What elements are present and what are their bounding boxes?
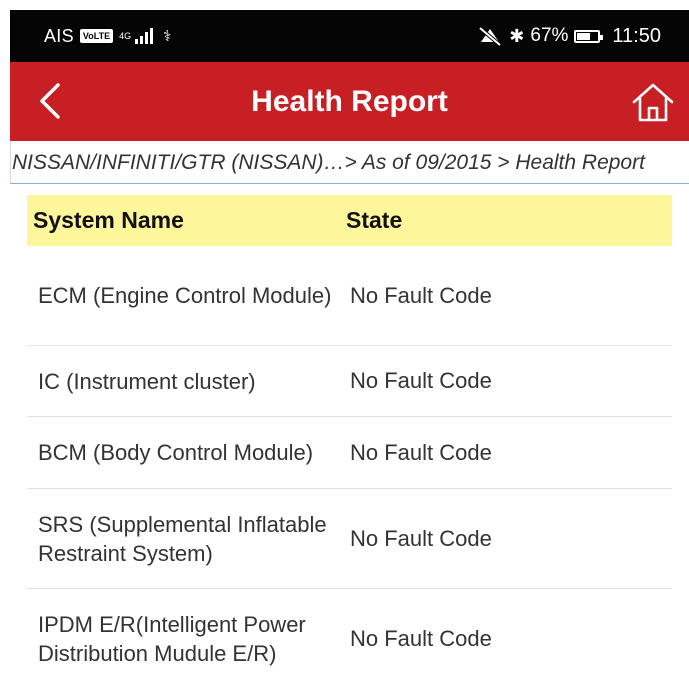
- battery-percent: 67%: [530, 25, 569, 46]
- status-right: ✱ 67% 11:50: [477, 25, 661, 48]
- state-cell: No Fault Code: [350, 282, 492, 308]
- volte-badge: VoLTE: [79, 29, 114, 43]
- breadcrumb: NISSAN/INFINITI/GTR (NISSAN)…> As of 09/…: [10, 141, 689, 184]
- app-screen: AIS VoLTE 4G ⚕ ✱ 67% 11:50 Health Report: [0, 0, 689, 679]
- clock: 11:50: [612, 24, 661, 47]
- battery-icon: [574, 29, 604, 43]
- health-report-table: System Name State ECM (Engine Control Mo…: [27, 195, 672, 679]
- state-cell: No Fault Code: [350, 626, 492, 651]
- notifications-muted-icon: [479, 26, 502, 46]
- table-header: System Name State: [27, 195, 672, 246]
- system-name-cell: SRS (Supplemental Inflatable Restraint S…: [38, 511, 327, 566]
- app-bar: Health Report: [10, 62, 689, 141]
- system-name-cell: IPDM E/R(Intelligent Power Distribution …: [38, 612, 306, 666]
- table-row[interactable]: SRS (Supplemental Inflatable Restraint S…: [27, 489, 672, 589]
- status-bar: AIS VoLTE 4G ⚕ ✱ 67% 11:50: [10, 10, 689, 62]
- back-arrow-icon[interactable]: [32, 79, 72, 123]
- system-name-cell: BCM (Body Control Module): [38, 440, 314, 465]
- column-header-system-name: System Name: [33, 207, 184, 233]
- page-title: Health Report: [251, 85, 448, 118]
- usb-debug-icon: ⚕: [163, 28, 172, 45]
- status-left: AIS VoLTE 4G ⚕: [44, 26, 171, 47]
- column-header-state: State: [346, 207, 403, 233]
- left-margin: [0, 0, 10, 679]
- network-type: 4G: [119, 30, 132, 41]
- bluetooth-icon: ✱: [509, 25, 525, 46]
- table-row[interactable]: IC (Instrument cluster) No Fault Code: [27, 346, 672, 417]
- system-name-cell: IC (Instrument cluster): [38, 368, 256, 394]
- table-row[interactable]: ECM (Engine Control Module) No Fault Cod…: [27, 246, 672, 346]
- table-row[interactable]: BCM (Body Control Module) No Fault Code: [27, 417, 672, 489]
- system-name-cell: ECM (Engine Control Module): [38, 283, 332, 308]
- state-cell: No Fault Code: [350, 439, 492, 465]
- home-icon[interactable]: [630, 80, 676, 124]
- state-cell: No Fault Code: [350, 368, 492, 393]
- network-type-label: 4G: [119, 30, 132, 41]
- signal-bars-icon: [135, 28, 154, 44]
- table-row[interactable]: IPDM E/R(Intelligent Power Distribution …: [27, 589, 672, 679]
- state-cell: No Fault Code: [350, 525, 492, 551]
- carrier-name: AIS: [44, 25, 74, 46]
